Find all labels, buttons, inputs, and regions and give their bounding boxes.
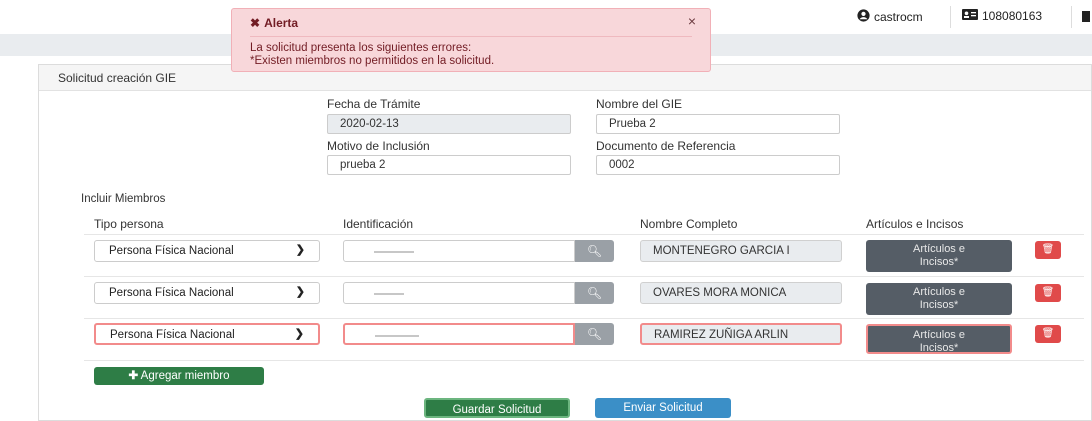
tipo-persona-select[interactable]: Persona Física Nacional ❯ xyxy=(94,323,320,345)
chevron-down-icon: ❯ xyxy=(295,286,305,298)
table-divider xyxy=(84,360,1084,361)
trash-icon: 🗑︎ xyxy=(1041,287,1055,298)
trash-icon: 🗑︎ xyxy=(1041,244,1055,255)
nombre-completo-field: RAMIREZ ZUÑIGA ARLIN xyxy=(640,323,842,345)
column-header-nombre: Nombre Completo xyxy=(640,217,738,231)
search-icon: 🔍︎ xyxy=(586,286,603,300)
add-member-button[interactable]: ✚ Agregar miembro xyxy=(94,367,264,385)
nombre-gie-field[interactable]: Prueba 2 xyxy=(596,114,840,134)
chevron-down-icon: ❯ xyxy=(295,244,305,256)
send-request-button[interactable]: Enviar Solicitud xyxy=(595,398,731,418)
chevron-down-icon: ❯ xyxy=(294,328,304,340)
members-section-title: Incluir Miembros xyxy=(81,193,166,205)
nombre-gie-label: Nombre del GIE xyxy=(596,97,683,111)
identificacion-input[interactable] xyxy=(343,240,575,262)
fecha-label: Fecha de Trámite xyxy=(327,97,421,111)
close-x-icon: ✖ xyxy=(250,16,261,30)
delete-member-button[interactable]: 🗑︎ xyxy=(1035,325,1061,343)
id-number-label: 108080163 xyxy=(982,9,1043,23)
nombre-completo-field: OVARES MORA MONICA xyxy=(640,282,842,304)
search-icon: 🔍︎ xyxy=(586,327,603,341)
trash-icon: 🗑︎ xyxy=(1041,328,1055,339)
fecha-field: 2020-02-13 xyxy=(327,114,571,134)
search-icon: 🔍︎ xyxy=(586,244,603,258)
alert-message-line: *Existen miembros no permitidos en la so… xyxy=(250,55,495,67)
column-header-tipo: Tipo persona xyxy=(94,217,164,231)
tipo-persona-select[interactable]: Persona Física Nacional ❯ xyxy=(94,282,320,304)
alert-close-button[interactable]: × xyxy=(688,13,696,29)
table-divider xyxy=(84,234,1084,235)
plus-icon: ✚ xyxy=(128,370,139,382)
documento-label: Documento de Referencia xyxy=(596,139,736,153)
user-circle-icon xyxy=(857,9,870,25)
user-menu[interactable]: castrocm xyxy=(857,9,923,25)
tipo-persona-select[interactable]: Persona Física Nacional ❯ xyxy=(94,240,320,262)
identificacion-input[interactable] xyxy=(343,323,575,345)
alert-title: ✖ Alerta xyxy=(250,16,299,30)
save-request-button[interactable]: Guardar Solicitud xyxy=(424,398,570,418)
delete-member-button[interactable]: 🗑︎ xyxy=(1035,241,1061,259)
articulos-incisos-button[interactable]: Artículos e Incisos* xyxy=(866,240,1012,272)
alert-message-line: La solicitud presenta los siguientes err… xyxy=(250,42,472,54)
table-divider xyxy=(84,276,1084,277)
articulos-incisos-button[interactable]: Artículos e Incisos* xyxy=(866,283,1012,315)
id-card-icon xyxy=(962,9,978,23)
logout-icon[interactable] xyxy=(1082,11,1090,22)
divider xyxy=(950,6,951,28)
documento-field[interactable]: 0002 xyxy=(596,155,840,175)
divider xyxy=(1071,6,1072,28)
alert-divider xyxy=(250,36,692,37)
search-button[interactable]: 🔍︎ xyxy=(575,240,614,262)
column-header-identificacion: Identificación xyxy=(343,217,414,231)
nombre-completo-field: MONTENEGRO GARCIA I xyxy=(640,240,842,262)
alert-message: La solicitud presenta los siguientes err… xyxy=(250,42,494,68)
articulos-incisos-button[interactable]: Artículos e Incisos* xyxy=(866,324,1012,354)
motivo-label: Motivo de Inclusión xyxy=(327,139,430,153)
error-alert: ✖ Alerta × La solicitud presenta los sig… xyxy=(231,8,711,72)
username-label: castrocm xyxy=(874,10,923,24)
panel-title: Solicitud creación GIE xyxy=(58,71,177,85)
column-header-articulos: Artículos e Incisos xyxy=(866,217,964,231)
motivo-field[interactable]: prueba 2 xyxy=(327,155,571,175)
search-button[interactable]: 🔍︎ xyxy=(575,323,614,345)
delete-member-button[interactable]: 🗑︎ xyxy=(1035,284,1061,302)
user-id-info: 108080163 xyxy=(962,9,1042,23)
table-divider xyxy=(84,318,1084,319)
search-button[interactable]: 🔍︎ xyxy=(575,282,614,304)
identificacion-input[interactable] xyxy=(343,282,575,304)
